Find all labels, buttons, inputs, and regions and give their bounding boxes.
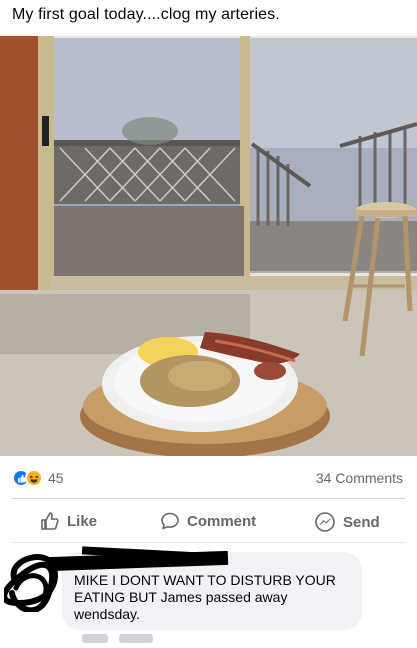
breakfast-photo [0,36,417,456]
divider [12,498,405,499]
like-button[interactable]: Like [40,511,97,531]
send-button[interactable]: Send [314,511,380,533]
post-text: My first goal today....clog my arteries. [12,6,280,23]
haha-icon [25,469,43,487]
comment-text: MIKE I DONT WANT TO DISTURB YOUR EATING … [74,572,336,622]
like-label: Like [67,512,98,530]
post-photo[interactable] [0,36,417,456]
comment-label: Comment [187,512,257,530]
post-actions: Like Comment Send [0,503,417,539]
reaction-count: 45 [48,470,64,486]
comment-actions [82,634,154,648]
comment-count-link[interactable]: 34 Comments [316,470,403,486]
divider [12,542,405,543]
comment-button[interactable]: Comment [160,511,256,531]
messenger-icon [315,512,335,532]
comment-reply-link[interactable] [119,634,154,643]
comment-bubble[interactable]: MIKE I DONT WANT TO DISTURB YOUR EATING … [47,546,362,630]
send-label: Send [343,513,380,531]
thumbs-up-icon [41,512,59,530]
reactions-bar: 45 34 Comments [0,460,417,496]
comment-icon [161,512,179,530]
reactions-summary[interactable]: 45 [12,469,64,487]
comment-like-link[interactable] [82,634,108,643]
